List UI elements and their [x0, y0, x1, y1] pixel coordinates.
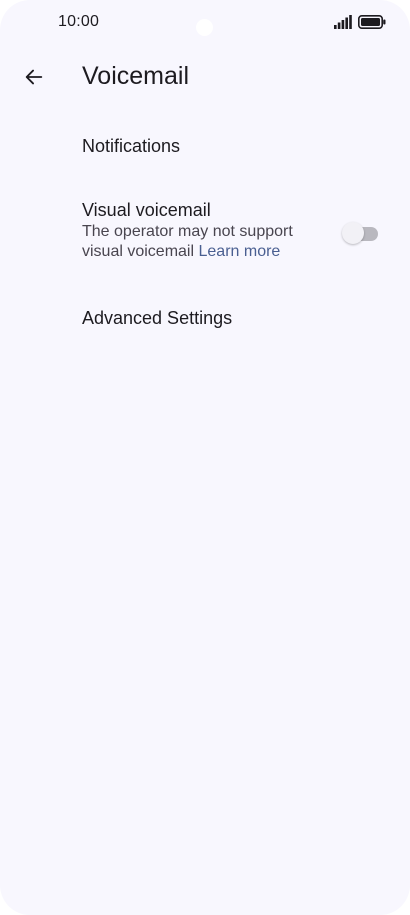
advanced-settings-setting[interactable]: Advanced Settings	[0, 292, 410, 346]
status-time: 10:00	[58, 13, 100, 30]
toggle-thumb	[342, 222, 364, 244]
visual-voicemail-summary: The operator may not support visual voic…	[82, 222, 322, 262]
learn-more-link[interactable]: Learn more	[199, 243, 281, 260]
battery-icon	[358, 15, 386, 29]
status-bar: 10:00	[0, 0, 410, 46]
visual-voicemail-setting[interactable]: Visual voicemail The operator may not su…	[0, 184, 410, 284]
advanced-settings-label: Advanced Settings	[82, 308, 233, 328]
page-title: Voicemail	[82, 62, 189, 90]
arrow-left-icon	[25, 69, 43, 85]
notifications-label: Notifications	[82, 136, 181, 156]
visual-voicemail-label: Visual voicemail	[82, 200, 211, 220]
phone-screen: 10:00 Voicemail Notifications Visual voi…	[0, 0, 410, 915]
visual-voicemail-toggle[interactable]	[342, 220, 380, 244]
camera-cutout	[196, 19, 213, 36]
notifications-setting[interactable]: Notifications	[0, 120, 410, 174]
back-button[interactable]	[16, 59, 52, 95]
signal-icon	[334, 15, 352, 29]
app-bar: Voicemail	[0, 52, 410, 104]
